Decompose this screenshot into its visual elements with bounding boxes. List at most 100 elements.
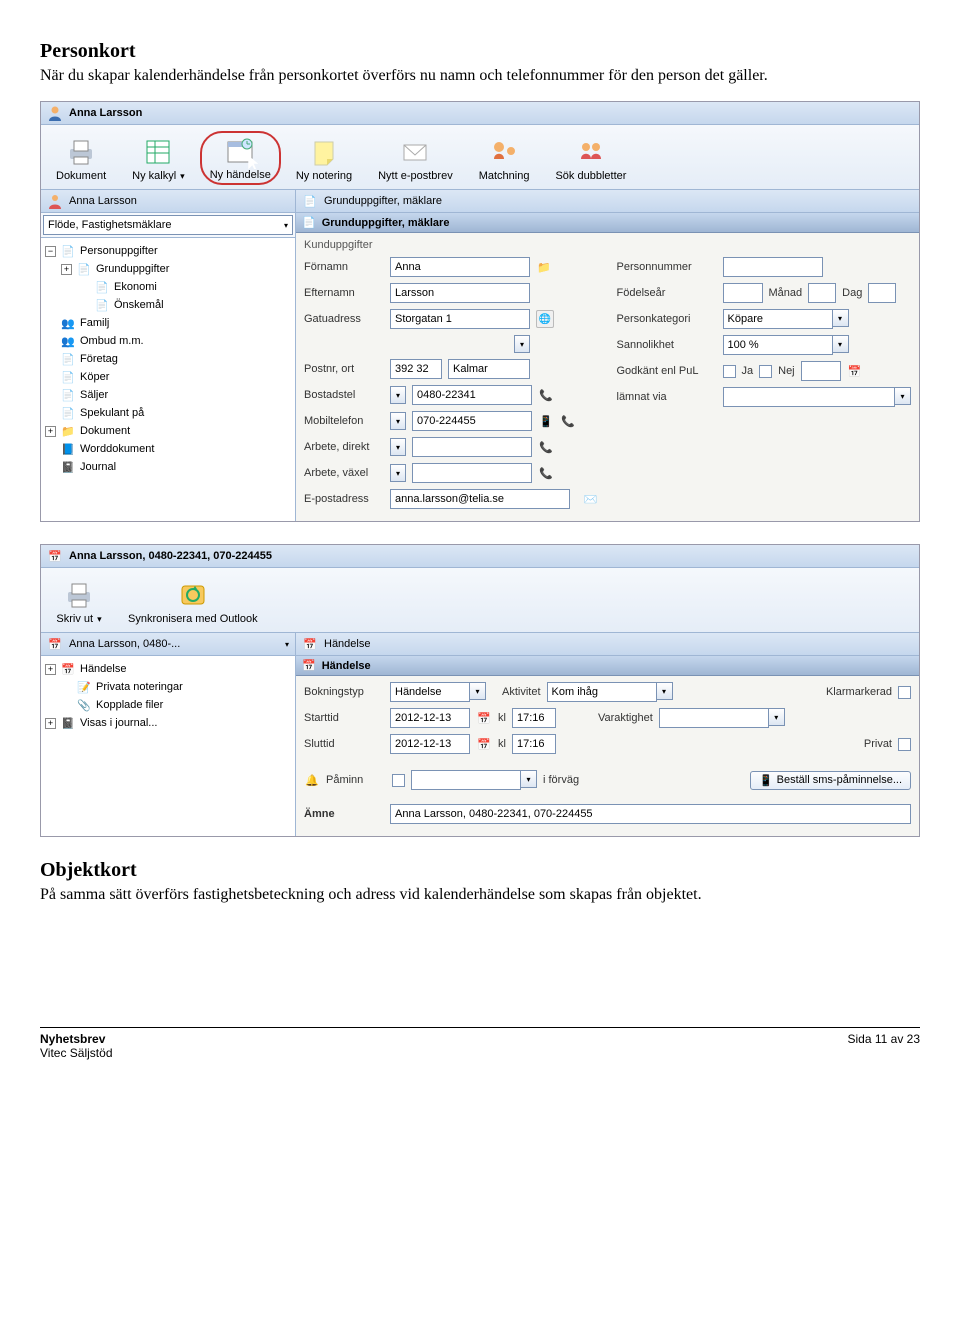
sluttid-time-input[interactable] [512, 734, 556, 754]
tree-grunduppgifter[interactable]: +📄Grunduppgifter [43, 260, 293, 278]
tree-journal[interactable]: 📓Journal [43, 458, 293, 476]
postnr-input[interactable] [390, 359, 442, 379]
mobil-input[interactable] [412, 411, 532, 431]
toolbar-matchning[interactable]: Matchning [468, 131, 541, 185]
varaktighet-select[interactable] [659, 708, 769, 728]
toolbar-sok-dubbletter[interactable]: Sök dubbletter [544, 131, 637, 185]
chevron-down-icon[interactable]: ▾ [895, 387, 911, 405]
calendar-icon: 📅 [47, 636, 63, 652]
chevron-down-icon[interactable]: ▾ [769, 708, 785, 726]
page-footer: Nyhetsbrev Vitec Säljstöd Sida 11 av 23 [40, 1027, 920, 1060]
bokningstyp-select[interactable] [390, 682, 470, 702]
tree-kopplade[interactable]: 📎Kopplade filer [43, 696, 293, 714]
calendar-icon[interactable]: 📅 [476, 710, 492, 726]
tree-handelse[interactable]: +📅Händelse [43, 660, 293, 678]
pul-date-input[interactable] [801, 361, 841, 381]
phone-icon[interactable]: 📞 [560, 413, 576, 429]
attach-icon: 📎 [76, 697, 92, 713]
toolbar-skriv-ut[interactable]: Skriv ut▾ [45, 574, 113, 628]
tree-personuppgifter[interactable]: −📄Personuppgifter [43, 242, 293, 260]
tree-visas-journal[interactable]: +📓Visas i journal... [43, 714, 293, 732]
phone-icon[interactable]: 📞 [538, 387, 554, 403]
chevron-down-icon[interactable]: ▾ [390, 412, 406, 430]
file-icon: 📄 [94, 297, 110, 313]
toolbar-ny-kalkyl[interactable]: Ny kalkyl▾ [121, 131, 196, 185]
amne-input[interactable] [390, 804, 911, 824]
phone-icon[interactable]: 📞 [538, 465, 554, 481]
folder-icon[interactable]: 📁 [536, 259, 552, 275]
toolbar-ny-notering[interactable]: Ny notering [285, 131, 363, 185]
file-icon: 📄 [60, 351, 76, 367]
sms-reminder-button[interactable]: 📱Beställ sms-påminnelse... [750, 771, 911, 790]
footer-page: Sida 11 av 23 [848, 1032, 921, 1060]
expand-icon[interactable]: + [61, 264, 72, 275]
expand-icon[interactable]: + [45, 426, 56, 437]
mobile-icon[interactable]: 📱 [538, 413, 554, 429]
starttid-time-input[interactable] [512, 708, 556, 728]
pul-ja-checkbox[interactable] [723, 365, 736, 378]
globe-icon[interactable]: 🌐 [536, 310, 554, 328]
privat-checkbox[interactable] [898, 738, 911, 751]
chevron-down-icon[interactable]: ▾ [514, 335, 530, 353]
tree-saljer[interactable]: 📄Säljer [43, 386, 293, 404]
tree-worddokument[interactable]: 📘Worddokument [43, 440, 293, 458]
bostadstel-input[interactable] [412, 385, 532, 405]
epost-input[interactable] [390, 489, 570, 509]
chevron-down-icon[interactable]: ▾ [657, 682, 673, 700]
file-icon: 📄 [76, 261, 92, 277]
sannolikhet-select[interactable] [723, 335, 833, 355]
flow-selector[interactable]: Flöde, Fastighetsmäklare▾ [43, 215, 293, 235]
tree-koper[interactable]: 📄Köper [43, 368, 293, 386]
klarmarkerad-checkbox[interactable] [898, 686, 911, 699]
tree-familj[interactable]: 👥Familj [43, 314, 293, 332]
phone-icon[interactable]: 📞 [538, 439, 554, 455]
chevron-down-icon[interactable]: ▾ [390, 386, 406, 404]
toolbar-sync-outlook[interactable]: Synkronisera med Outlook [117, 574, 269, 628]
toolbar-ny-handelse[interactable]: Ny händelse [200, 131, 281, 185]
chevron-down-icon[interactable]: ▾ [833, 309, 849, 327]
chevron-down-icon[interactable]: ▾ [390, 464, 406, 482]
calendar-icon: 📅 [47, 548, 63, 564]
arbdir-input[interactable] [412, 437, 532, 457]
chevron-down-icon[interactable]: ▾ [390, 438, 406, 456]
folder-icon: 📁 [60, 423, 76, 439]
toolbar-dokument[interactable]: Dokument [45, 131, 117, 185]
sluttid-date-input[interactable] [390, 734, 470, 754]
kategori-select[interactable] [723, 309, 833, 329]
personnummer-input[interactable] [723, 257, 823, 277]
tree-ombud[interactable]: 👥Ombud m.m. [43, 332, 293, 350]
expand-icon[interactable]: + [45, 664, 56, 675]
calendar-icon: 📅 [60, 661, 76, 677]
collapse-icon[interactable]: − [45, 246, 56, 257]
dag-input[interactable] [868, 283, 896, 303]
tree-onskemal[interactable]: 📄Önskemål [43, 296, 293, 314]
fornamn-input[interactable] [390, 257, 530, 277]
pul-nej-checkbox[interactable] [759, 365, 772, 378]
chevron-down-icon[interactable]: ▾ [833, 335, 849, 353]
fodelsear-input[interactable] [723, 283, 763, 303]
calendar-icon[interactable]: 📅 [476, 736, 492, 752]
calendar-icon[interactable]: 📅 [847, 363, 863, 379]
aktivitet-select[interactable] [547, 682, 657, 702]
chevron-down-icon[interactable]: ▾ [285, 640, 289, 649]
gatuadress-input[interactable] [390, 309, 530, 329]
ort-input[interactable] [448, 359, 530, 379]
tree-ekonomi[interactable]: 📄Ekonomi [43, 278, 293, 296]
starttid-date-input[interactable] [390, 708, 470, 728]
paminn-checkbox[interactable] [392, 774, 405, 787]
toolbar-nytt-epostbrev[interactable]: Nytt e-postbrev [367, 131, 464, 185]
efternamn-input[interactable] [390, 283, 530, 303]
tree-privata[interactable]: 📝Privata noteringar [43, 678, 293, 696]
chevron-down-icon[interactable]: ▾ [470, 682, 486, 700]
tree-spekulant[interactable]: 📄Spekulant på [43, 404, 293, 422]
manad-input[interactable] [808, 283, 836, 303]
paminn-select[interactable] [411, 770, 521, 790]
tree-dokument[interactable]: +📁Dokument [43, 422, 293, 440]
mail-icon[interactable]: ✉️ [583, 491, 599, 507]
tree-foretag[interactable]: 📄Företag [43, 350, 293, 368]
left-panel: Anna Larsson Flöde, Fastighetsmäklare▾ −… [41, 190, 296, 521]
chevron-down-icon[interactable]: ▾ [521, 770, 537, 788]
expand-icon[interactable]: + [45, 718, 56, 729]
arbvax-input[interactable] [412, 463, 532, 483]
lamnat-select[interactable] [723, 387, 896, 407]
